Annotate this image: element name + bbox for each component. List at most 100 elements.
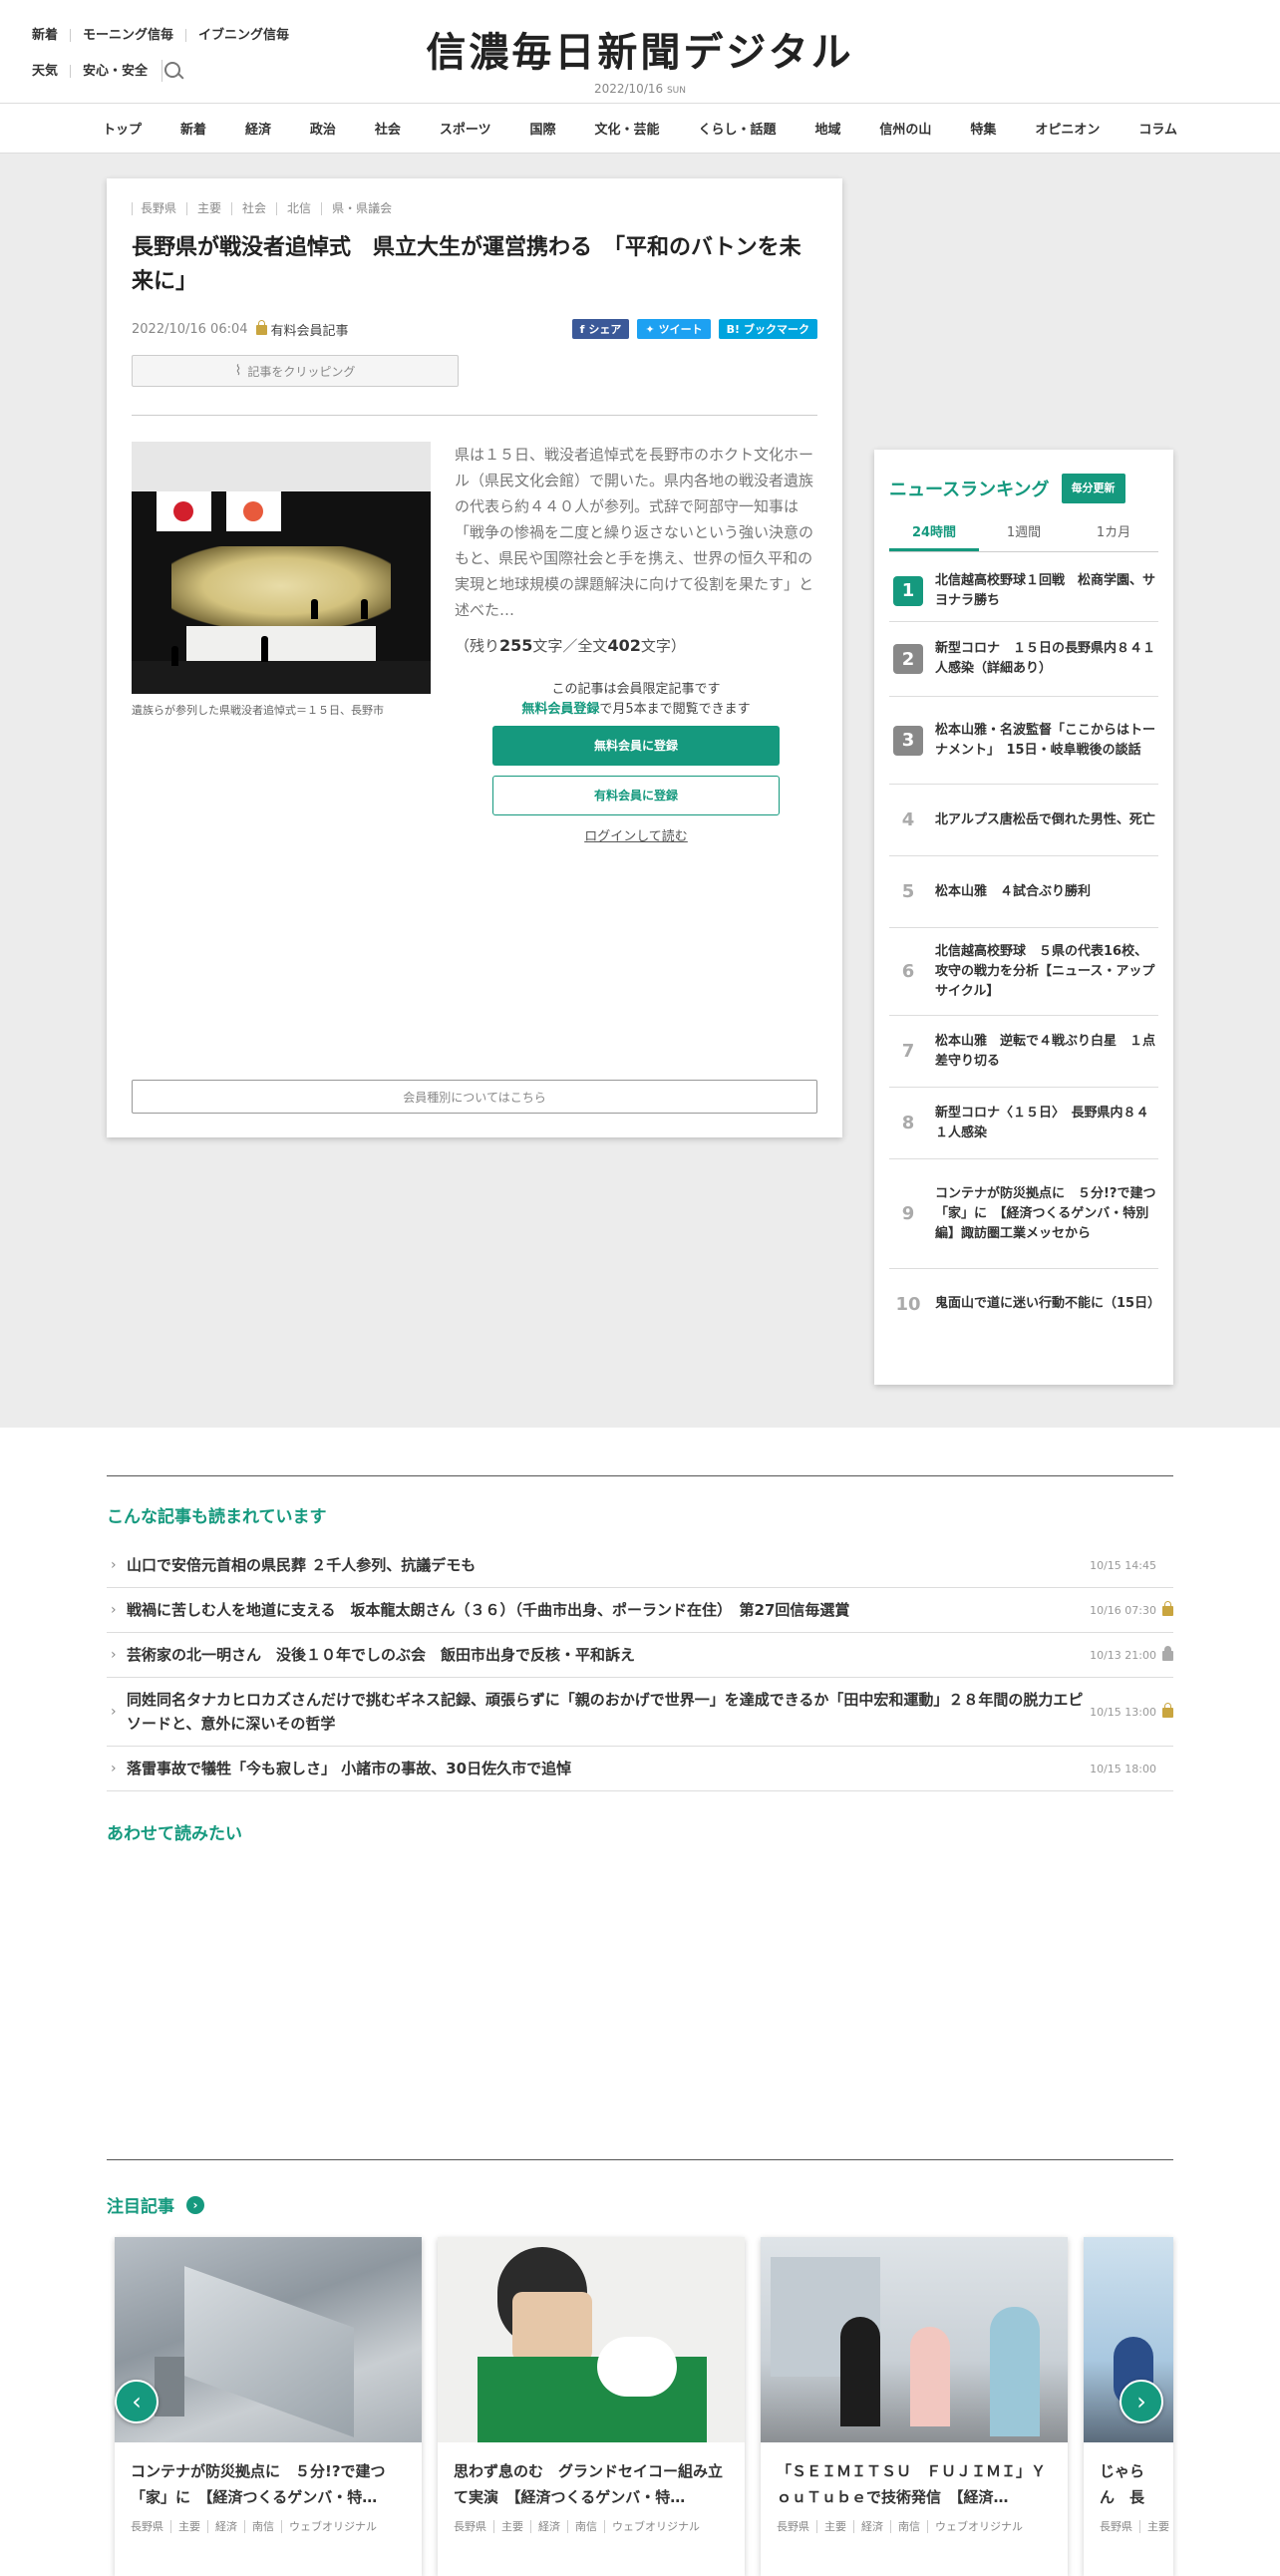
list-item[interactable]: 芸術家の北一明さん 没後１０年でしのぶ会 飯田市出身で反核・平和訴え 10/13 …	[107, 1633, 1173, 1678]
featured-card[interactable]: 思わず息のむ グランドセイコー組み立て実演 【経済つくるゲンバ・特… 長野県 主要…	[438, 2237, 745, 2576]
rank-number: 5	[901, 881, 915, 902]
nav-item-special[interactable]: 特集	[964, 119, 1002, 138]
tag[interactable]: 長野県	[132, 202, 186, 215]
nav-item-society[interactable]: 社会	[369, 119, 407, 138]
tab-1week[interactable]: 1週間	[979, 521, 1069, 551]
lock-icon	[1162, 1646, 1173, 1661]
card-title: 思わず息のむ グランドセイコー組み立て実演 【経済つくるゲンバ・特…	[454, 2462, 724, 2506]
nav-item-opinion[interactable]: オピニオン	[1029, 119, 1106, 138]
hatena-bookmark-button[interactable]: B! ブックマーク	[718, 319, 817, 339]
rank-number: 2	[893, 644, 923, 674]
nav-item-region[interactable]: 地域	[808, 119, 846, 138]
section-divider	[107, 2159, 1173, 2160]
date-text: 10/15 18:00	[1090, 1762, 1156, 1775]
member-types-button[interactable]: 会員種別についてはこちら	[132, 1080, 817, 1114]
divider	[132, 415, 817, 416]
article-meta: 2022/10/16 06:04 有料会員記事 f シェア ✦ ツイート B! ブック…	[132, 319, 817, 339]
list-item[interactable]: 山口で安倍元首相の県民葬 ２千人参列、抗議デモも 10/15 14:45	[107, 1543, 1173, 1588]
rank-number: 3	[893, 725, 923, 756]
list-item[interactable]: 落雷事故で犠牲「今も寂しさ」 小諸市の事故、30日佐久市で追悼 10/15 18:…	[107, 1747, 1173, 1791]
rank-title: 北アルプス唐松岳で倒れた男性、死亡	[935, 811, 1155, 827]
ranking-item[interactable]: 5 松本山雅 ４試合ぶり勝利	[889, 856, 1158, 928]
login-link[interactable]: ログインして読む	[455, 825, 817, 844]
site-logo[interactable]: 信濃毎日新聞デジタル 2022/10/16 SUN	[0, 20, 1280, 96]
facebook-share-button[interactable]: f シェア	[571, 319, 630, 339]
nav-item-life[interactable]: くらし・話題	[692, 119, 782, 138]
ranking-item[interactable]: 1 北信越高校野球１回戦 松商学園、サヨナラ勝ち	[889, 560, 1158, 622]
clip-article-button[interactable]: ⌇ 記事をクリッピング	[132, 355, 459, 387]
tag: 経済	[530, 2520, 567, 2533]
lock-icon	[1162, 1601, 1173, 1616]
tag: 南信	[567, 2520, 604, 2533]
tag: 長野県	[131, 2520, 163, 2533]
nav-item-new[interactable]: 新着	[174, 119, 212, 138]
date-text: 10/13 21:00	[1090, 1648, 1156, 1662]
paywall-cta: この記事は会員限定記事です 無料会員登録で月5本まで閲覧できます 無料会員に登録…	[455, 680, 817, 844]
free-register-link[interactable]: 無料会員登録	[521, 702, 599, 717]
nav-item-culture[interactable]: 文化・芸能	[589, 119, 666, 138]
nav-item-top[interactable]: トップ	[97, 119, 148, 138]
nav-item-politics[interactable]: 政治	[304, 119, 342, 138]
ranking-item[interactable]: 9 コンテナが防災拠点に ５分!?で建つ「家」に 【経済つくるゲンバ・特別編】諏訪…	[889, 1159, 1158, 1269]
rank-number: 1	[893, 575, 923, 606]
featured-card[interactable]: 「ＳＥＩＭＩＴＳＵ ＦＵＪＩＭＩ」ＹｏｕＴｕｂｅで技術発信 【経済… 長野県 主要…	[761, 2237, 1068, 2576]
ranking-item[interactable]: 6 北信越高校野球 ５県の代表16校、攻守の戦力を分析【ニュース・アップサイクル】	[889, 928, 1158, 1016]
cta-line2-rest: で月5本まで閲覧できます	[599, 702, 751, 717]
tag: ウェブオリジナル	[927, 2520, 1030, 2533]
list-item[interactable]: 戦禍に苦しむ人を地道に支える 坂本龍太朗さん（３６）（千曲市出身、ポーランド在住…	[107, 1588, 1173, 1633]
tag: 長野県	[777, 2520, 809, 2533]
card-tags: 長野県 主要 経済 南信 ウェブオリジナル	[131, 2518, 406, 2534]
nav-item-sports[interactable]: スポーツ	[434, 119, 497, 138]
tag[interactable]: 主要	[186, 202, 231, 215]
tag: 主要	[816, 2520, 853, 2533]
card-image	[761, 2237, 1068, 2442]
tag[interactable]: 北信	[276, 202, 321, 215]
chevron-right-icon[interactable]: ›	[186, 2195, 204, 2214]
card-tags: 長野県 主要 経済 南信 ウェブオリジナル	[777, 2518, 1052, 2534]
chevron-left-icon: ‹	[132, 2388, 142, 2415]
list-item-date: 10/13 21:00	[1090, 1646, 1173, 1662]
ranking-item[interactable]: 10 鬼面山で道に迷い行動不能に（15日）	[889, 1269, 1160, 1339]
lock-icon	[255, 320, 267, 335]
article-photo[interactable]	[132, 442, 431, 694]
chevron-right-icon: ›	[1136, 2388, 1146, 2415]
tag: 長野県	[1100, 2520, 1132, 2533]
carousel-next-button[interactable]: ›	[1120, 2380, 1163, 2423]
card-tags: 長野県 主要 経済 南信 ウェブオリジナル	[454, 2518, 729, 2534]
logo-text: 信濃毎日新聞デジタル	[426, 29, 854, 76]
ranking-item[interactable]: 8 新型コロナ〈１５日〉 長野県内８４１人感染	[889, 1088, 1158, 1159]
list-item-title: 同姓同名タナカヒロカズさんだけで挑むギネス記録、頑張らずに「親のおかげで世界一」…	[127, 1691, 1084, 1733]
ranking-item[interactable]: 2 新型コロナ １５日の長野県内８４１人感染（詳細あり）	[889, 622, 1158, 697]
featured-card[interactable]: コンテナが防災拠点に ５分!?で建つ「家」に 【経済つくるゲンバ・特… 長野県主…	[115, 2237, 422, 2576]
rank-number: 8	[901, 1113, 915, 1133]
ranking-item[interactable]: 3 松本山雅・名波監督「ここからはトーナメント」 15日・岐阜戦後の談話	[889, 697, 1158, 785]
featured-carousel: コンテナが防災拠点に ５分!?で建つ「家」に 【経済つくるゲンバ・特… 長野県主…	[107, 2237, 1173, 2576]
together-title: あわせて読みたい	[107, 1824, 242, 1844]
facebook-share-label: シェア	[588, 323, 622, 336]
list-item[interactable]: 同姓同名タナカヒロカズさんだけで挑むギネス記録、頑張らずに「親のおかげで世界一」…	[107, 1678, 1173, 1747]
total-count: 402	[607, 636, 641, 655]
tab-1month[interactable]: 1カ月	[1069, 521, 1158, 551]
nav-item-international[interactable]: 国際	[524, 119, 562, 138]
nav-item-economy[interactable]: 経済	[239, 119, 277, 138]
article-lead: 県は１５日、戦没者追悼式を長野市のホクト文化ホール（県民文化会館）で開いた。県内…	[455, 446, 814, 619]
list-item-title: 芸術家の北一明さん 没後１０年でしのぶ会 飯田市出身で反核・平和訴え	[127, 1646, 636, 1664]
rank-title: 松本山雅・名波監督「ここからはトーナメント」 15日・岐阜戦後の談話	[935, 722, 1156, 758]
tag[interactable]: 県・県議会	[321, 202, 402, 215]
card-image	[115, 2237, 422, 2442]
ranking-item[interactable]: 7 松本山雅 逆転で４戦ぶり白星 １点差守り切る	[889, 1016, 1158, 1088]
nav-item-column[interactable]: コラム	[1132, 119, 1183, 138]
tag: 南信	[244, 2520, 281, 2533]
tag[interactable]: 社会	[231, 202, 276, 215]
date-text: 10/15 13:00	[1090, 1705, 1156, 1719]
carousel-prev-button[interactable]: ‹	[115, 2380, 159, 2423]
register-free-button[interactable]: 無料会員に登録	[492, 726, 780, 766]
tab-24h[interactable]: 24時間	[889, 521, 979, 551]
nav-item-mountains[interactable]: 信州の山	[873, 119, 937, 138]
card-tags: 長野県 主要	[1100, 2518, 1173, 2534]
register-paid-button[interactable]: 有料会員に登録	[492, 776, 780, 815]
prefecture-flag-graphic	[226, 491, 281, 531]
ranking-item[interactable]: 4 北アルプス唐松岳で倒れた男性、死亡	[889, 785, 1158, 856]
twitter-share-button[interactable]: ✦ ツイート	[637, 319, 711, 339]
rank-title: 北信越高校野球 ５県の代表16校、攻守の戦力を分析【ニュース・アップサイクル】	[935, 943, 1155, 999]
